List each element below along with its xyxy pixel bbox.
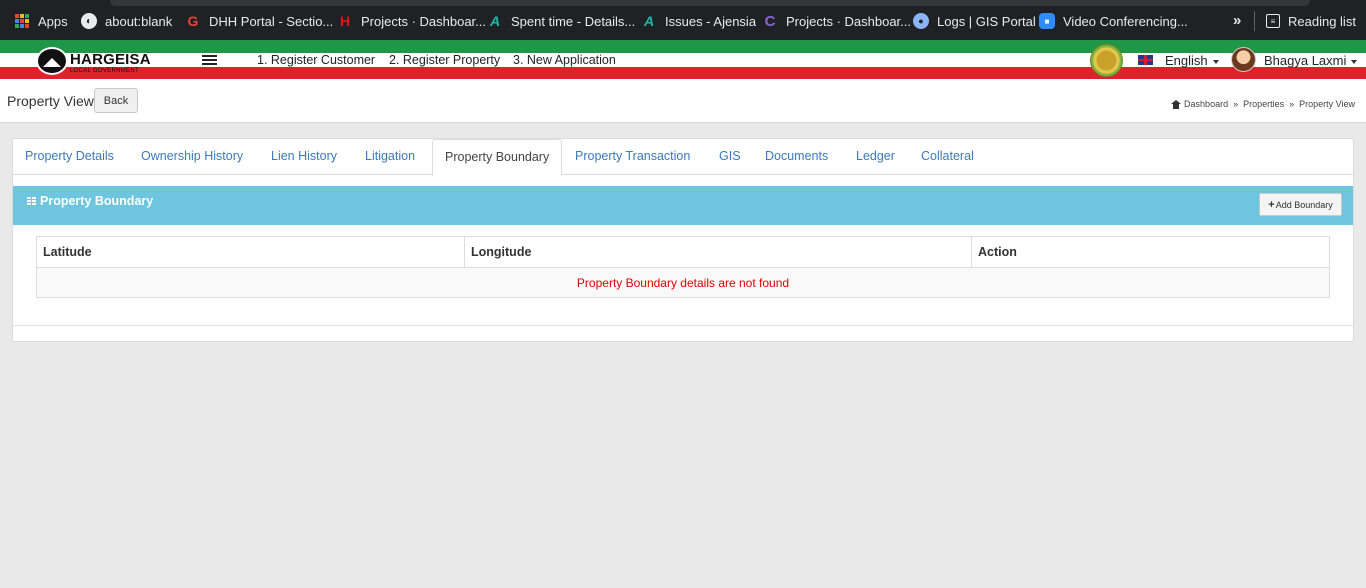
globe-icon: ◐ (81, 13, 97, 29)
bookmarks-bar: Apps ◐ about:blank G DHH Portal - Sectio… (0, 0, 1366, 40)
flag-stripe-red (0, 67, 1366, 79)
reading-list-icon: ≡ (1266, 14, 1280, 28)
boundary-box-title: Property Boundary (27, 194, 153, 208)
tab-lien-history[interactable]: Lien History (259, 139, 349, 175)
breadcrumb: Dashboard » Properties » Property View (1171, 99, 1355, 109)
g-letter-icon: G (187, 13, 199, 29)
chevron-down-icon (1212, 59, 1219, 64)
tab-property-boundary[interactable]: Property Boundary (432, 139, 563, 176)
nav-new-application[interactable]: 3. New Application (513, 53, 616, 67)
logo-subtitle: LOCAL GOVERNMENT (70, 68, 139, 74)
logo-name: HARGEISA (70, 51, 151, 68)
bookmark-label: Spent time - Details... (511, 13, 636, 29)
language-label: English (1165, 53, 1208, 68)
menu-toggle-icon[interactable] (202, 55, 217, 65)
bookmarks-divider (1254, 11, 1255, 31)
bookmark-spent-time[interactable]: A Spent time - Details... (487, 12, 635, 30)
video-icon: ■ (1039, 13, 1055, 29)
bookmark-issues[interactable]: A Issues - Ajensia (641, 12, 756, 30)
tab-strip-edge (110, 0, 1310, 6)
add-boundary-label: Add Boundary (1275, 199, 1333, 210)
bookmark-dhh-portal[interactable]: G DHH Portal - Sectio... (185, 12, 334, 30)
bookmark-gis-logs[interactable]: ● Logs | GIS Portal (913, 12, 1036, 30)
a-letter-icon: A (489, 13, 501, 29)
tab-documents[interactable]: Documents (753, 139, 840, 175)
property-view-panel: Property Details Ownership History Lien … (12, 138, 1354, 342)
column-action: Action (971, 236, 1330, 268)
list-icon (27, 197, 36, 205)
gis-icon: ● (913, 13, 929, 29)
bookmark-projects-2[interactable]: C Projects · Dashboar... (762, 12, 911, 30)
bookmark-label: Video Conferencing... (1063, 13, 1188, 29)
plus-icon: + (1268, 198, 1275, 211)
user-name: Bhagya Laxmi (1264, 53, 1347, 68)
property-tabs: Property Details Ownership History Lien … (13, 139, 1353, 176)
breadcrumb-properties[interactable]: Properties (1243, 99, 1284, 109)
bookmark-label: DHH Portal - Sectio... (209, 13, 334, 29)
nav-register-customer[interactable]: 1. Register Customer (257, 53, 375, 67)
reading-list-label: Reading list (1288, 13, 1356, 29)
breadcrumb-dashboard[interactable]: Dashboard (1184, 99, 1228, 109)
bookmark-label: Projects · Dashboar... (786, 13, 911, 29)
column-latitude: Latitude (36, 236, 465, 268)
breadcrumb-separator: » (1233, 99, 1239, 109)
boundary-table: Latitude Longitude Action Property Bound… (36, 236, 1330, 298)
boundary-title-text: Property Boundary (40, 194, 154, 208)
user-menu[interactable]: Bhagya Laxmi (1264, 53, 1358, 68)
breadcrumb-separator: » (1289, 99, 1295, 109)
flag-stripe-green (0, 40, 1366, 53)
bookmark-video[interactable]: ■ Video Conferencing... (1039, 12, 1188, 30)
page-title-bar: Property View Back Dashboard » Propertie… (0, 79, 1366, 123)
government-emblem-icon (1090, 44, 1123, 77)
hargeisa-logo[interactable]: HARGEISA LOCAL GOVERNMENT (36, 45, 154, 77)
tab-collateral[interactable]: Collateral (909, 139, 986, 175)
chevron-down-icon (1351, 59, 1358, 64)
add-boundary-button[interactable]: + Add Boundary (1259, 193, 1342, 216)
uk-flag-icon (1138, 55, 1153, 65)
bookmark-label: Logs | GIS Portal (937, 13, 1036, 29)
bookmark-label: Projects · Dashboar... (361, 13, 486, 29)
tab-litigation[interactable]: Litigation (353, 139, 427, 175)
a-letter-icon: A (643, 13, 655, 29)
page-title: Property View (7, 93, 94, 109)
apps-grid-icon (14, 13, 30, 29)
table-header-row: Latitude Longitude Action (36, 236, 1330, 268)
c-letter-icon: C (764, 12, 776, 30)
empty-message: Property Boundary details are not found (36, 267, 1330, 298)
reading-list-button[interactable]: ≡ Reading list (1266, 12, 1356, 30)
app-header: HARGEISA LOCAL GOVERNMENT 1. Register Cu… (0, 40, 1366, 79)
language-dropdown[interactable]: English (1165, 53, 1219, 68)
h-letter-icon: H (339, 13, 351, 29)
tab-ownership-history[interactable]: Ownership History (129, 139, 255, 175)
logo-mark-icon (36, 47, 68, 75)
tab-gis[interactable]: GIS (707, 139, 753, 175)
bookmark-about-blank[interactable]: ◐ about:blank (81, 12, 172, 30)
home-icon (1171, 99, 1182, 109)
tab-property-transaction[interactable]: Property Transaction (563, 139, 702, 175)
bookmark-label: about:blank (105, 13, 173, 29)
tab-ledger[interactable]: Ledger (844, 139, 907, 175)
boundary-box-header: Property Boundary + Add Boundary (13, 186, 1353, 225)
boundary-box-body: Latitude Longitude Action Property Bound… (13, 225, 1353, 326)
bookmark-apps[interactable]: Apps (14, 12, 68, 30)
bookmark-label: Apps (38, 13, 68, 29)
table-row: Property Boundary details are not found (36, 267, 1330, 298)
breadcrumb-current: Property View (1299, 99, 1355, 109)
back-button[interactable]: Back (94, 88, 138, 113)
bookmark-label: Issues - Ajensia (665, 13, 757, 29)
more-bookmarks-button[interactable]: » (1233, 12, 1241, 29)
bookmark-projects-1[interactable]: H Projects · Dashboar... (337, 12, 486, 30)
tab-property-details[interactable]: Property Details (13, 139, 126, 175)
avatar[interactable] (1231, 47, 1256, 72)
nav-register-property[interactable]: 2. Register Property (389, 53, 500, 67)
column-longitude: Longitude (464, 236, 972, 268)
